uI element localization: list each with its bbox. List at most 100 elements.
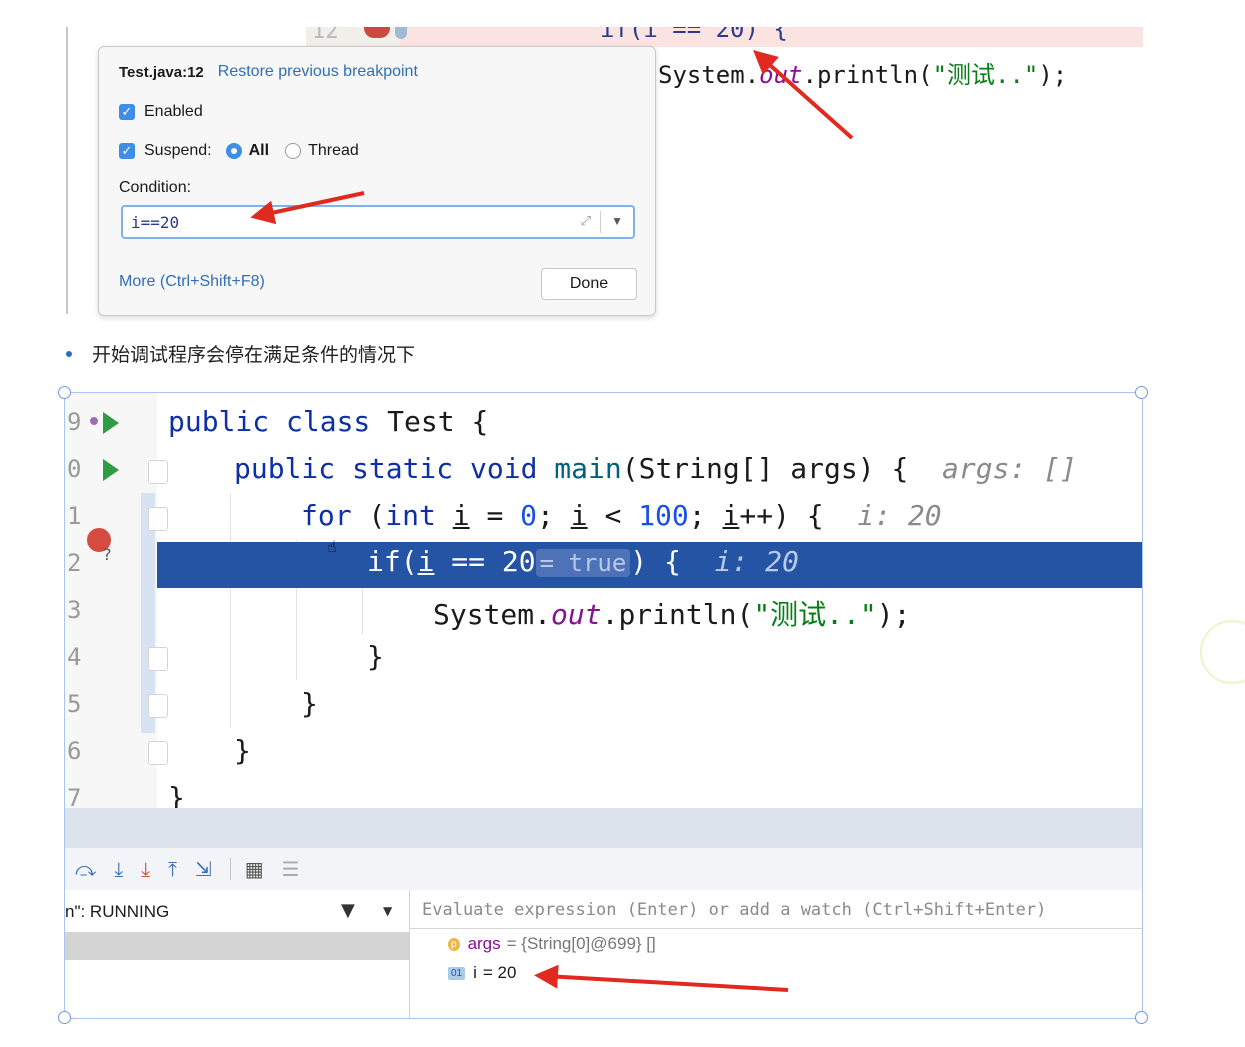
code-brace: } <box>367 640 384 673</box>
variable-row[interactable]: 01 i = 20 <box>448 963 516 983</box>
step-out-icon[interactable]: ⤒ <box>168 857 177 881</box>
evaluate-expression-input[interactable]: Evaluate expression (Enter) or add a wat… <box>410 890 1142 929</box>
code-line-println: System.out.println("测试.."); <box>658 55 1067 90</box>
variables-pane: Evaluate expression (Enter) or add a wat… <box>410 890 1142 1018</box>
force-step-into-icon[interactable]: ⤓ <box>141 857 150 881</box>
thread-selector[interactable]: n": RUNNING <box>65 902 169 922</box>
fold-icon[interactable] <box>148 647 168 671</box>
run-main-icon[interactable] <box>103 459 119 481</box>
code-line-main: public static void main(String[] args) {… <box>234 452 1077 485</box>
suspend-checkbox[interactable]: ✓ <box>119 143 135 159</box>
suspend-thread-label: Thread <box>308 142 359 159</box>
enabled-checkbox[interactable]: ✓ <box>119 104 135 120</box>
more-options-link[interactable]: More (Ctrl+Shift+F8) <box>119 273 265 291</box>
line-number: 6 <box>67 737 82 765</box>
fold-marker-icon <box>395 27 407 39</box>
frames-pane: n": RUNNING ▼ ▼ <box>65 890 410 1018</box>
evaluate-expression-icon[interactable]: ▦ <box>245 857 264 881</box>
line-number: 0 <box>67 455 82 483</box>
code-line-if: if(i == 20) { <box>600 27 788 43</box>
expand-icon[interactable]: ⤢ <box>581 213 591 229</box>
fold-icon[interactable] <box>148 741 168 765</box>
bullet-dot-icon <box>66 350 72 357</box>
frame-row-selected[interactable] <box>65 932 409 960</box>
code-system: System. <box>658 61 760 89</box>
variable-value: = {String[0]@699} [] <box>506 934 656 953</box>
run-class-icon[interactable] <box>103 412 119 434</box>
more-row: More (Ctrl+Shift+F8) <box>119 273 265 291</box>
parameter-icon: p <box>448 937 460 951</box>
inline-hint-i: i: 20 <box>857 499 942 532</box>
code-line-for: for (int i = 0; i < 100; i++) { i: 20 <box>301 499 942 532</box>
condition-row: Condition: <box>119 179 191 197</box>
run-to-cursor-icon[interactable]: ⇲ <box>195 857 212 881</box>
done-button[interactable]: Done <box>541 268 637 300</box>
thread-dropdown-icon[interactable]: ▼ <box>383 904 392 918</box>
line-number: 12 <box>312 27 339 44</box>
primitive-icon: 01 <box>448 966 466 980</box>
suspend-all-label: All <box>248 142 270 159</box>
bookmark-dot-icon <box>90 417 98 425</box>
code-line-println: System.out.println("测试.."); <box>433 598 911 631</box>
suspend-row: ✓ Suspend: All Thread <box>119 142 359 160</box>
inline-hint-args: args: [] <box>942 452 1077 485</box>
line-number: 5 <box>67 690 82 718</box>
indent-guide <box>230 493 231 728</box>
toolbar-divider <box>229 858 231 880</box>
condition-value: i==20 <box>131 213 180 232</box>
line-number: 3 <box>67 596 82 624</box>
popup-header: Test.java:12 Restore previous breakpoint <box>119 63 418 81</box>
fold-icon[interactable] <box>148 694 168 718</box>
evaluate-placeholder: Evaluate expression (Enter) or add a wat… <box>422 900 1047 920</box>
suspend-all-radio[interactable] <box>225 143 242 159</box>
code-out: out <box>759 61 803 89</box>
fold-icon[interactable] <box>148 460 168 484</box>
variable-value: = 20 <box>482 963 517 982</box>
debug-tab-bar <box>65 808 1142 848</box>
variable-name: args <box>467 934 501 953</box>
step-over-icon[interactable]: ⤼ <box>75 857 96 881</box>
step-into-icon[interactable]: ⤓ <box>114 857 123 881</box>
suspend-thread-radio[interactable] <box>285 143 302 159</box>
history-dropdown-icon[interactable]: ▼ <box>611 214 623 228</box>
variable-name: i <box>473 963 477 982</box>
code-string: "测试.." <box>932 61 1039 89</box>
enabled-label: Enabled <box>144 103 203 120</box>
code-line-if: if(i == 20 = true) { i: 20 <box>367 545 799 578</box>
line-number: 9 <box>67 408 82 436</box>
breakpoint-properties-popup: Test.java:12 Restore previous breakpoint… <box>98 46 656 316</box>
suspend-label: Suspend: <box>144 142 212 159</box>
editor-left-rule <box>66 27 68 314</box>
code-editor[interactable]: 9 0 1 2 3 4 5 6 7 ? public class Test { … <box>65 393 1142 814</box>
code-brace: } <box>301 687 318 720</box>
bullet-item: 开始调试程序会停在满足条件的情况下 <box>66 340 415 367</box>
line-number: 2 <box>67 549 82 577</box>
resize-handle[interactable] <box>1135 386 1148 399</box>
variable-row[interactable]: p args = {String[0]@699} [] <box>448 934 656 954</box>
inline-hint-true: = true <box>535 549 631 577</box>
resize-handle[interactable] <box>58 1011 71 1024</box>
resize-handle[interactable] <box>1135 1011 1148 1024</box>
enabled-row[interactable]: ✓ Enabled <box>119 103 203 121</box>
line-number: 4 <box>67 643 82 671</box>
mouse-cursor-icon: ☝ <box>327 537 337 556</box>
bottom-screenshot: 9 0 1 2 3 4 5 6 7 ? public class Test { … <box>64 392 1143 1019</box>
condition-question-icon: ? <box>103 545 112 564</box>
inline-hint-i-current: i: 20 <box>714 545 799 578</box>
condition-input[interactable]: i==20 ⤢ ▼ <box>121 205 635 239</box>
code-brace: } <box>234 734 251 767</box>
resize-handle[interactable] <box>58 386 71 399</box>
decorative-circle <box>1200 620 1245 684</box>
line-number: 1 <box>67 502 82 530</box>
input-divider <box>600 211 601 233</box>
fold-icon[interactable] <box>148 507 168 531</box>
filter-icon[interactable]: ▼ <box>341 900 355 921</box>
editor-gutter: 9 0 1 2 3 4 5 6 7 ? <box>65 393 168 812</box>
trace-stream-icon[interactable]: ☰ <box>282 857 300 881</box>
code-end: ); <box>1038 61 1068 89</box>
debug-toolbar: ⤼ ⤓ ⤓ ⤒ ⇲ ▦ ☰ <box>65 848 1142 890</box>
current-execution-line: if(i == 20 = true) { i: 20 <box>157 542 1142 588</box>
condition-label: Condition: <box>119 179 192 196</box>
code-line-class: public class Test { <box>168 405 489 438</box>
restore-breakpoint-link[interactable]: Restore previous breakpoint <box>218 63 418 81</box>
